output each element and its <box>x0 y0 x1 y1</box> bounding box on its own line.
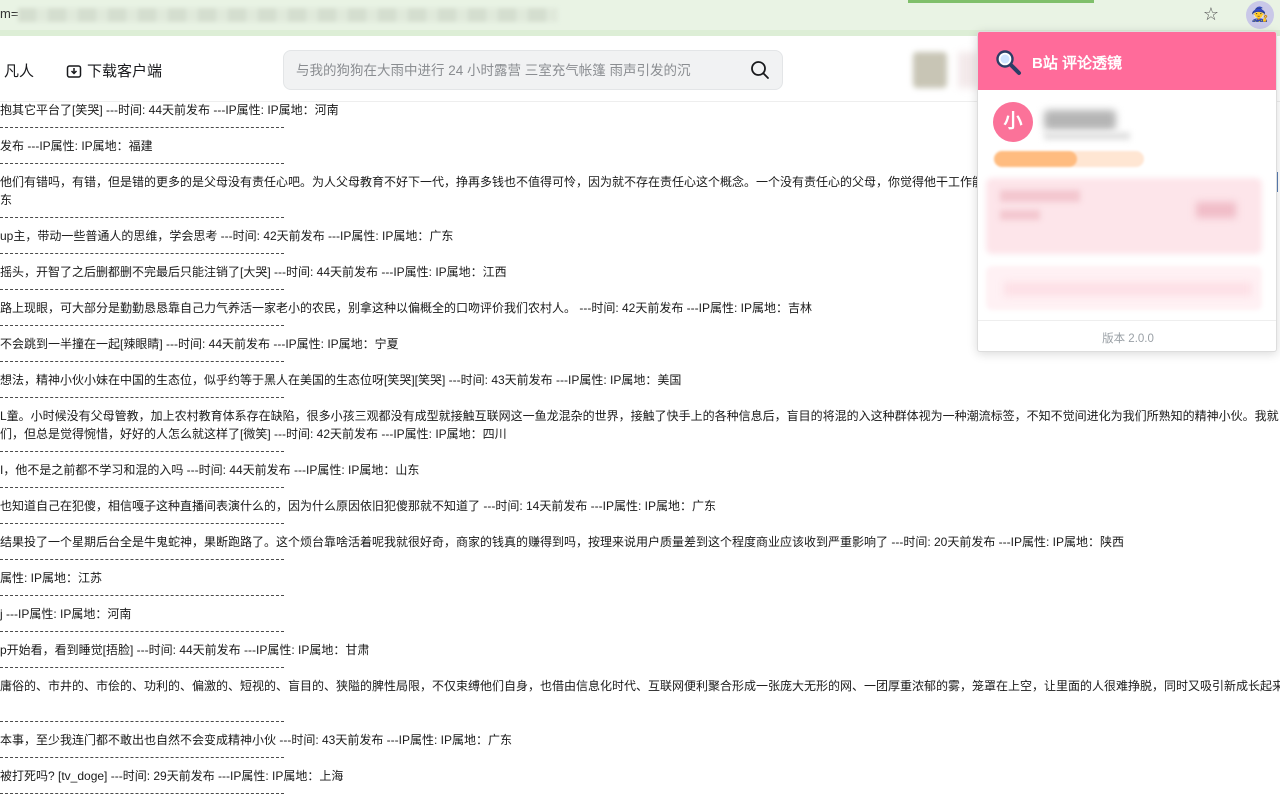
comment-text: 路上现眼，可大部分是勤勤恳恳靠自己力气养活一家老小的农民，别拿这种以偏概全的口吻… <box>0 301 813 315</box>
user-subtitle-redacted <box>1044 132 1130 140</box>
comment-text: 结果投了一个星期后台全是牛鬼蛇神，果断跑路了。这个烦台靠啥活着呢我就很好奇，商家… <box>0 535 1125 549</box>
address-bar-redacted <box>18 8 558 22</box>
popup-title: B站 评论透镜 <box>1032 55 1123 72</box>
search-box <box>283 50 783 90</box>
popup-header: B站 评论透镜 <box>978 32 1276 90</box>
username-redacted <box>1044 110 1116 130</box>
level-progress <box>994 151 1144 167</box>
stats-value-redacted <box>1000 190 1080 202</box>
comment-text: j ---IP属性: IP属地：河南 <box>0 607 132 621</box>
list-item: 想法，精神小伙小妹在中国的生态位，似乎约等于黑人在美国的生态位呀[笑哭][笑哭]… <box>0 372 1280 408</box>
browser-toolbar: m= ☆ 🧙 <box>0 0 1280 30</box>
loading-strip <box>908 0 1094 3</box>
avatar: 小 <box>993 102 1033 142</box>
comment-text: 们，但总是觉得惋惜，好好的人怎么就这样了[微笑] ---时间: 42天前发布 -… <box>0 427 507 441</box>
list-item: 属性: IP属地：江苏 <box>0 570 1280 606</box>
divider <box>0 757 284 758</box>
list-item: 也知道自己在犯傻，相信嘎子这种直播间表演什么的，因为什么原因依旧犯傻那就不知道了… <box>0 498 1280 534</box>
divider <box>0 217 284 218</box>
comment-text: 属性: IP属地：江苏 <box>0 571 103 585</box>
divider <box>0 127 284 128</box>
nav-item-fanren[interactable]: 凡人 <box>4 60 34 81</box>
address-bar-text[interactable]: m= <box>0 6 18 21</box>
comment-text: 被打死吗? [tv_doge] ---时间: 29天前发布 ---IP属性: I… <box>0 769 344 783</box>
comment-text: up主，带动一些普通人的思维，学会思考 ---时间: 42天前发布 ---IP属… <box>0 229 454 243</box>
list-item: 被打死吗? [tv_doge] ---时间: 29天前发布 ---IP属性: I… <box>0 768 1280 800</box>
comment-text: L童。小时候没有父母管教，加上农村教育体系存在缺陷，很多小孩三观都没有成型就接触… <box>0 409 1279 423</box>
stats-label-redacted <box>1000 210 1040 220</box>
download-client-button[interactable]: 下载客户端 <box>66 60 162 81</box>
header-avatar-redacted[interactable] <box>913 52 947 88</box>
comment-text: I，他不是之前都不学习和混的入吗 ---时间: 44天前发布 ---IP属性: … <box>0 463 420 477</box>
divider <box>0 721 284 722</box>
magnifier-icon <box>996 50 1021 75</box>
divider <box>0 559 284 560</box>
comment-text: 摇头，开智了之后删都删不完最后只能注销了[大哭] ---时间: 44天前发布 -… <box>0 265 507 279</box>
comment-text: 想法，精神小伙小妹在中国的生态位，似乎约等于黑人在美国的生态位呀[笑哭][笑哭]… <box>0 373 682 387</box>
divider <box>0 451 284 452</box>
comment-text: 也知道自己在犯傻，相信嘎子这种直播间表演什么的，因为什么原因依旧犯傻那就不知道了… <box>0 499 717 513</box>
divider <box>0 793 284 794</box>
comment-text: 发布 ---IP属性: IP属地：福建 <box>0 139 153 153</box>
divider <box>0 163 284 164</box>
extension-popup: B站 评论透镜 小 版本 2.0.0 <box>977 31 1277 352</box>
stats-badge-redacted <box>1196 202 1236 218</box>
comment-text: 庸俗的、市井的、市侩的、功利的、偏激的、短视的、盲目的、狭隘的脾性局限，不仅束缚… <box>0 679 1280 693</box>
list-item: 本事，至少我连门都不敢出也自然不会变成精神小伙 ---时间: 43天前发布 --… <box>0 732 1280 768</box>
divider <box>0 631 284 632</box>
search-input[interactable] <box>296 59 706 81</box>
star-icon[interactable]: ☆ <box>1200 4 1222 26</box>
level-progress-fill <box>994 151 1077 167</box>
comment-text: 抱其它平台了[笑哭] ---时间: 44天前发布 ---IP属性: IP属地：河… <box>0 103 339 117</box>
divider <box>0 667 284 668</box>
divider <box>0 487 284 488</box>
list-item: 结果投了一个星期后台全是牛鬼蛇神，果断跑路了。这个烦台靠啥活着呢我就很好奇，商家… <box>0 534 1280 570</box>
comment-text: 他们有错吗，有错，但是错的更多的是父母没有责任心吧。为人父母教育不好下一代，挣再… <box>0 175 985 189</box>
list-item: L童。小时候没有父母管教，加上农村教育体系存在缺陷，很多小孩三观都没有成型就接触… <box>0 408 1280 462</box>
divider <box>0 361 284 362</box>
comment-text: 东 <box>0 193 13 207</box>
divider <box>0 253 284 254</box>
action-button-label-redacted <box>1004 282 1252 296</box>
wizard-icon[interactable]: 🧙 <box>1246 1 1274 29</box>
comment-text: 本事，至少我连门都不敢出也自然不会变成精神小伙 ---时间: 43天前发布 --… <box>0 733 513 747</box>
divider <box>0 289 284 290</box>
divider <box>978 320 1276 321</box>
list-item: j ---IP属性: IP属地：河南 <box>0 606 1280 642</box>
list-item: p开始看，看到睡觉[捂脸] ---时间: 44天前发布 ---IP属性: IP属… <box>0 642 1280 678</box>
download-client-label: 下载客户端 <box>87 63 163 80</box>
divider <box>0 523 284 524</box>
comment-text: 不会跳到一半撞在一起[辣眼睛] ---时间: 44天前发布 ---IP属性: I… <box>0 337 399 351</box>
version-label: 版本 2.0.0 <box>1102 333 1154 345</box>
divider <box>0 397 284 398</box>
list-item: 庸俗的、市井的、市侩的、功利的、偏激的、短视的、盲目的、狭隘的脾性局限，不仅束缚… <box>0 678 1280 732</box>
download-icon <box>66 64 82 78</box>
list-item: I，他不是之前都不学习和混的入吗 ---时间: 44天前发布 ---IP属性: … <box>0 462 1280 498</box>
comment-text: p开始看，看到睡觉[捂脸] ---时间: 44天前发布 ---IP属性: IP属… <box>0 643 370 657</box>
divider <box>0 325 284 326</box>
divider <box>0 595 284 596</box>
search-icon[interactable] <box>750 60 770 80</box>
